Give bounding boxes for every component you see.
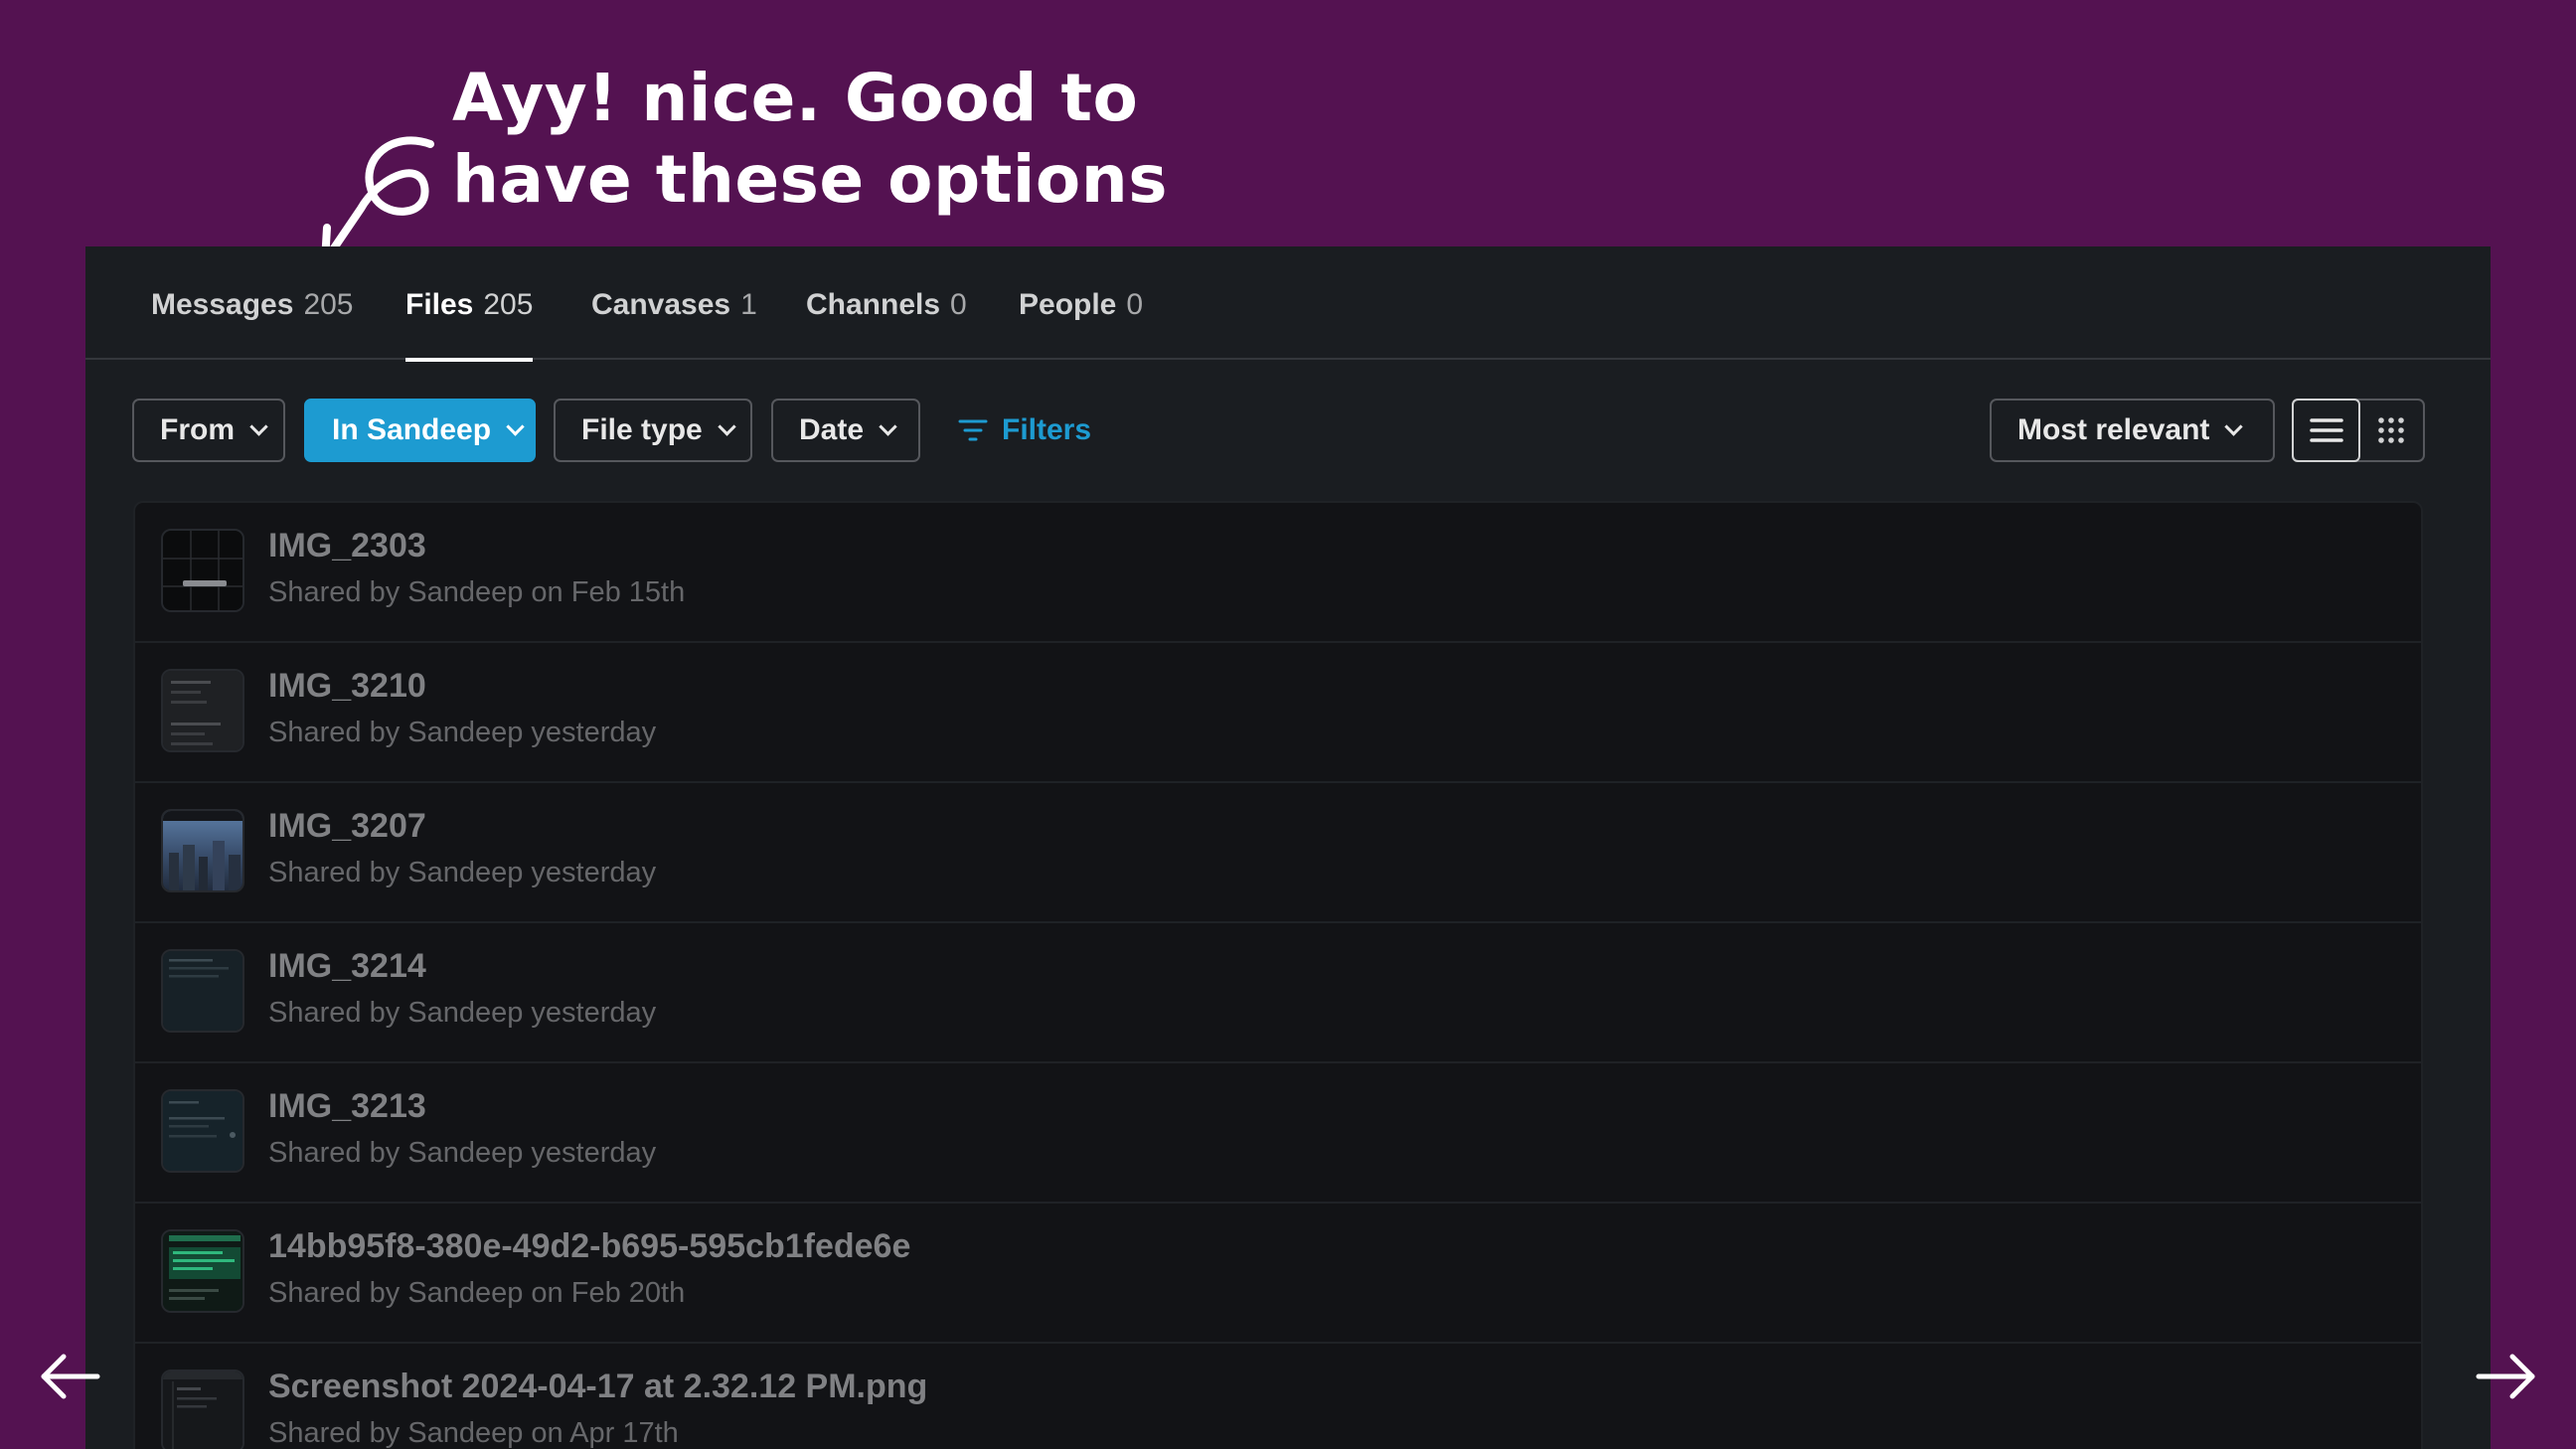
annotation-line-2: have these options [452,141,1168,218]
tab-messages-label: Messages [151,288,294,321]
tab-files[interactable]: Files 205 [405,288,534,362]
search-tabs: Messages 205 Files 205 Canvases 1 Channels 0… [85,246,2491,362]
chevron-down-icon [718,416,736,436]
file-name: IMG_3213 [268,1087,426,1125]
sort-dropdown[interactable]: Most relevant [1990,399,2275,462]
file-results-list: IMG_2303 Shared by Sandeep on Feb 15th I… [133,501,2423,1449]
grid-view-button[interactable] [2358,401,2423,460]
file-row[interactable]: IMG_3207 Shared by Sandeep yesterday [135,783,2421,923]
file-name: 14bb95f8-380e-49d2-b695-595cb1fede6e [268,1227,911,1265]
file-meta: Shared by Sandeep on Apr 17th [268,1417,679,1449]
list-view-icon [2309,418,2343,442]
arrow-right-icon[interactable] [2471,1347,2540,1406]
arrow-left-icon[interactable] [36,1347,105,1406]
from-filter-label: From [160,413,235,446]
file-thumbnail [161,669,244,752]
sort-label: Most relevant [2017,413,2210,446]
file-meta: Shared by Sandeep yesterday [268,1137,657,1169]
tab-channels-label: Channels [806,288,941,321]
file-thumbnail [161,1229,244,1313]
file-thumbnail [161,1369,244,1449]
chevron-down-icon [506,416,525,436]
view-toggle [2292,399,2425,462]
tab-canvases-label: Canvases [591,288,731,321]
tab-channels[interactable]: Channels 0 [806,288,967,360]
annotation-text: Ayy! nice. Good to have these options [452,58,1168,221]
file-row[interactable]: 14bb95f8-380e-49d2-b695-595cb1fede6e Sha… [135,1204,2421,1344]
filters-label: Filters [1002,413,1092,446]
file-row[interactable]: Screenshot 2024-04-17 at 2.32.12 PM.png … [135,1344,2421,1449]
file-name: IMG_3210 [268,667,426,705]
file-meta: Shared by Sandeep yesterday [268,997,657,1029]
tab-files-label: Files [405,288,474,321]
file-row[interactable]: IMG_3210 Shared by Sandeep yesterday [135,643,2421,783]
file-name: IMG_3207 [268,807,426,845]
tab-people-count: 0 [1126,288,1144,321]
date-filter-button[interactable]: Date [771,399,920,462]
file-meta: Shared by Sandeep yesterday [268,857,657,888]
tab-people[interactable]: People 0 [1019,288,1143,360]
grid-view-icon [2377,417,2404,443]
file-meta: Shared by Sandeep on Feb 15th [268,576,686,608]
file-meta: Shared by Sandeep on Feb 20th [268,1277,686,1309]
filter-icon [958,419,988,441]
tab-messages[interactable]: Messages 205 [151,288,354,360]
file-type-filter-button[interactable]: File type [554,399,752,462]
tab-files-count: 205 [483,288,534,321]
annotation-line-1: Ayy! nice. Good to [452,60,1139,136]
filters-button[interactable]: Filters [958,399,1091,462]
in-filter-label: In Sandeep [332,413,492,446]
file-row[interactable]: IMG_3213 Shared by Sandeep yesterday [135,1063,2421,1204]
date-filter-label: Date [799,413,865,446]
file-name: IMG_2303 [268,527,426,564]
tab-messages-count: 205 [303,288,354,321]
file-thumbnail [161,1089,244,1173]
tab-people-label: People [1019,288,1117,321]
from-filter-button[interactable]: From [132,399,285,462]
list-view-button[interactable] [2292,399,2360,462]
tab-canvases-count: 1 [740,288,757,321]
file-type-filter-label: File type [581,413,703,446]
file-name: IMG_3214 [268,947,426,985]
file-thumbnail [161,949,244,1033]
file-thumbnail [161,809,244,892]
file-row[interactable]: IMG_2303 Shared by Sandeep on Feb 15th [135,503,2421,643]
file-row[interactable]: IMG_3214 Shared by Sandeep yesterday [135,923,2421,1063]
tab-canvases[interactable]: Canvases 1 [591,288,757,360]
in-filter-button[interactable]: In Sandeep [304,399,536,462]
file-name: Screenshot 2024-04-17 at 2.32.12 PM.png [268,1368,928,1405]
file-thumbnail [161,529,244,612]
tab-channels-count: 0 [950,288,967,321]
search-panel: Messages 205 Files 205 Canvases 1 Channels 0… [85,246,2491,1449]
chevron-down-icon [2224,416,2244,436]
chevron-down-icon [879,416,897,436]
chevron-down-icon [249,416,268,436]
file-meta: Shared by Sandeep yesterday [268,717,657,748]
